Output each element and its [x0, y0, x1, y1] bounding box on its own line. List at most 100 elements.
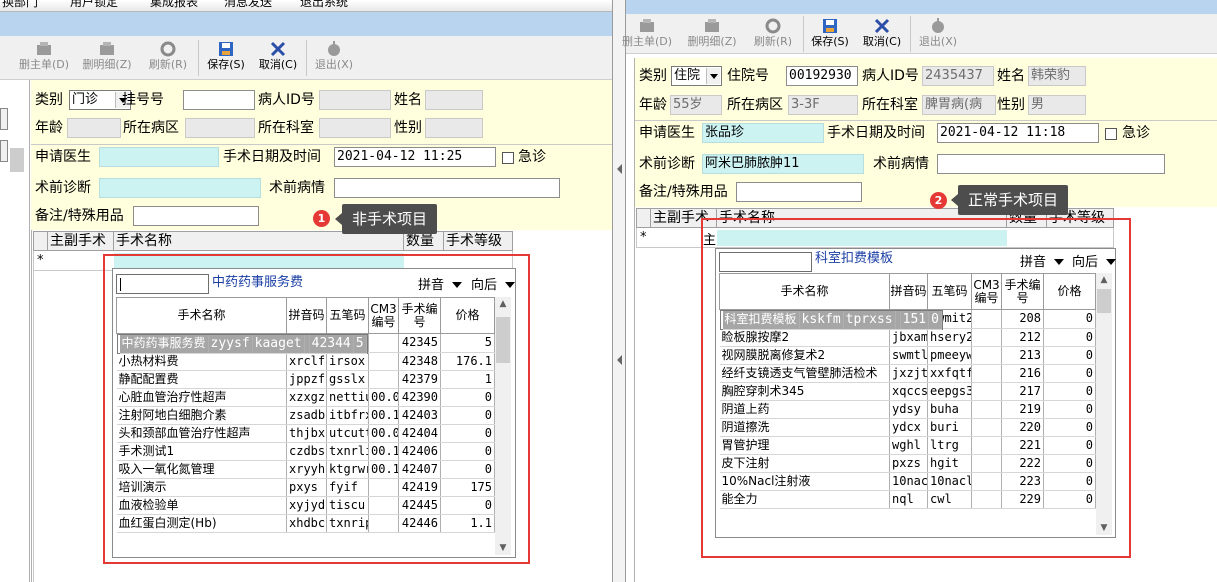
- op-time-field[interactable]: 2021-04-12 11:18: [937, 123, 1099, 143]
- notes-field[interactable]: [133, 206, 259, 226]
- exit-label: 退出(X): [918, 35, 958, 48]
- left-callout: 非手术项目: [334, 204, 438, 234]
- doctor-field[interactable]: [99, 147, 219, 167]
- ward-label: 所在病区: [727, 97, 783, 113]
- grid-corner: [637, 209, 651, 227]
- delete-master-button[interactable]: 删主单(D): [620, 16, 674, 56]
- left-menubar: 换部门 用户锁定 集成报表 消息发送 退出系统: [0, 0, 612, 12]
- left-window-titlebar: [0, 12, 612, 36]
- ward-field[interactable]: [185, 118, 255, 138]
- form-divider: [31, 144, 612, 145]
- right-callout: 正常手术项目: [950, 185, 1069, 215]
- ward-field[interactable]: 3-3F: [788, 95, 858, 115]
- name-field[interactable]: 韩荣豹: [1028, 66, 1086, 86]
- chevron-down-icon[interactable]: [706, 68, 720, 84]
- inpatient-no-field[interactable]: 00192930: [786, 66, 858, 86]
- delete-master-label: 删主单(D): [18, 58, 70, 71]
- side-panel-scrollbar[interactable]: [10, 148, 24, 172]
- delete-detail-button[interactable]: 删明细(Z): [685, 16, 739, 56]
- gender-field[interactable]: 男: [1028, 95, 1086, 115]
- menu-item-exit-system[interactable]: 退出系统: [300, 0, 348, 10]
- left-grid-vline: [33, 271, 34, 582]
- patient-id-field[interactable]: 2435437: [922, 66, 994, 86]
- pre-diag-field[interactable]: [99, 178, 261, 198]
- col-main-sub: 主副手术: [48, 232, 114, 250]
- pre-cond-field[interactable]: [334, 178, 560, 198]
- doctor-label: 申请医生: [639, 125, 695, 141]
- patient-id-label: 病人ID号: [862, 68, 919, 84]
- refresh-label: 刷新(R): [148, 58, 188, 71]
- reg-no-field[interactable]: [183, 90, 255, 110]
- doctor-label: 申请医生: [35, 149, 91, 165]
- left-grid-header: 主副手术 手术名称 数量 手术等级: [33, 231, 513, 251]
- op-time-field[interactable]: 2021-04-12 11:25: [334, 147, 496, 167]
- side-panel-tab[interactable]: [0, 140, 8, 162]
- op-time-label: 手术日期及时间: [223, 149, 321, 165]
- gender-label: 性别: [394, 120, 422, 136]
- splitter-arrow-icon[interactable]: [617, 164, 622, 174]
- delete-master-label: 删主单(D): [621, 35, 673, 48]
- pre-diag-field[interactable]: 阿米巴肺脓肿11: [702, 154, 864, 174]
- notes-field[interactable]: [736, 182, 862, 202]
- left-toolbar: 删主单(D) 删明细(Z) 刷新(R) 保存(S) 取消(C) 退出(X): [0, 36, 612, 80]
- cancel-button[interactable]: 取消(C): [855, 16, 909, 56]
- cancel-label: 取消(C): [862, 35, 902, 48]
- category-value: 住院: [674, 68, 701, 83]
- pre-cond-label: 术前病情: [269, 180, 325, 196]
- refresh-button[interactable]: 刷新(R): [141, 39, 195, 79]
- save-button[interactable]: 保存(S): [803, 16, 857, 56]
- age-field[interactable]: 55岁: [670, 95, 722, 115]
- gender-label: 性别: [997, 97, 1025, 113]
- dept-label: 所在科室: [862, 97, 918, 113]
- cancel-button[interactable]: 取消(C): [251, 39, 305, 79]
- menu-item-reports[interactable]: 集成报表: [150, 0, 198, 10]
- name-field[interactable]: [425, 90, 483, 110]
- exit-button[interactable]: 退出(X): [911, 16, 965, 56]
- menu-item-lock-user[interactable]: 用户锁定: [70, 0, 118, 10]
- row-marker: *: [37, 253, 44, 268]
- category-select[interactable]: 住院: [671, 66, 722, 86]
- ward-label: 所在病区: [123, 120, 179, 136]
- dept-field[interactable]: 脾胃病(病: [922, 95, 996, 115]
- dept-label: 所在科室: [258, 120, 314, 136]
- menu-item-switch-dept[interactable]: 换部门: [2, 0, 38, 10]
- delete-detail-button[interactable]: 删明细(Z): [80, 39, 134, 79]
- pre-diag-label: 术前诊断: [639, 156, 695, 172]
- age-label: 年龄: [35, 120, 63, 136]
- dept-field[interactable]: [319, 118, 391, 138]
- refresh-label: 刷新(R): [753, 35, 793, 48]
- right-toolbar: 删主单(D) 删明细(Z) 刷新(R) 保存(S) 取消(C) 退出(X): [622, 14, 1217, 56]
- op-time-label: 手术日期及时间: [827, 125, 925, 141]
- right-patient-form: 类别 住院 住院号 00192930 病人ID号 2435437 姓名 韩荣豹 …: [634, 58, 1217, 207]
- delete-master-button[interactable]: 删主单(D): [17, 39, 71, 79]
- window-divider: [612, 0, 626, 582]
- category-label: 类别: [35, 92, 63, 108]
- left-patient-form: 类别 门诊 挂号号 病人ID号 姓名 年龄 所在病区 所在科室 性别 申请医生 …: [31, 80, 612, 230]
- save-label: 保存(S): [811, 35, 849, 48]
- menu-item-send-message[interactable]: 消息发送: [224, 0, 272, 10]
- doctor-field[interactable]: 张品珍: [702, 123, 824, 143]
- left-highlight-box: [103, 254, 530, 564]
- save-button[interactable]: 保存(S): [199, 39, 253, 79]
- age-label: 年龄: [639, 97, 667, 113]
- cancel-label: 取消(C): [258, 58, 298, 71]
- category-value: 门诊: [72, 92, 99, 107]
- left-step-badge: 1: [313, 210, 330, 227]
- urgent-label: 急诊: [518, 149, 546, 165]
- side-panel-tab[interactable]: [0, 108, 8, 130]
- age-field[interactable]: [67, 118, 121, 138]
- refresh-button[interactable]: 刷新(R): [746, 16, 800, 56]
- urgent-checkbox[interactable]: [1105, 128, 1117, 140]
- category-label: 类别: [639, 68, 667, 84]
- delete-detail-label: 删明细(Z): [687, 35, 737, 48]
- name-label: 姓名: [394, 92, 422, 108]
- patient-id-field[interactable]: [319, 90, 391, 110]
- exit-button[interactable]: 退出(X): [307, 39, 361, 79]
- urgent-label: 急诊: [1122, 125, 1150, 141]
- right-highlight-box: [701, 218, 1131, 558]
- pre-cond-field[interactable]: [937, 154, 1165, 174]
- gender-field[interactable]: [425, 118, 483, 138]
- urgent-checkbox[interactable]: [502, 152, 514, 164]
- reg-no-label: 挂号号: [122, 92, 164, 108]
- splitter-arrow-icon[interactable]: [617, 355, 622, 365]
